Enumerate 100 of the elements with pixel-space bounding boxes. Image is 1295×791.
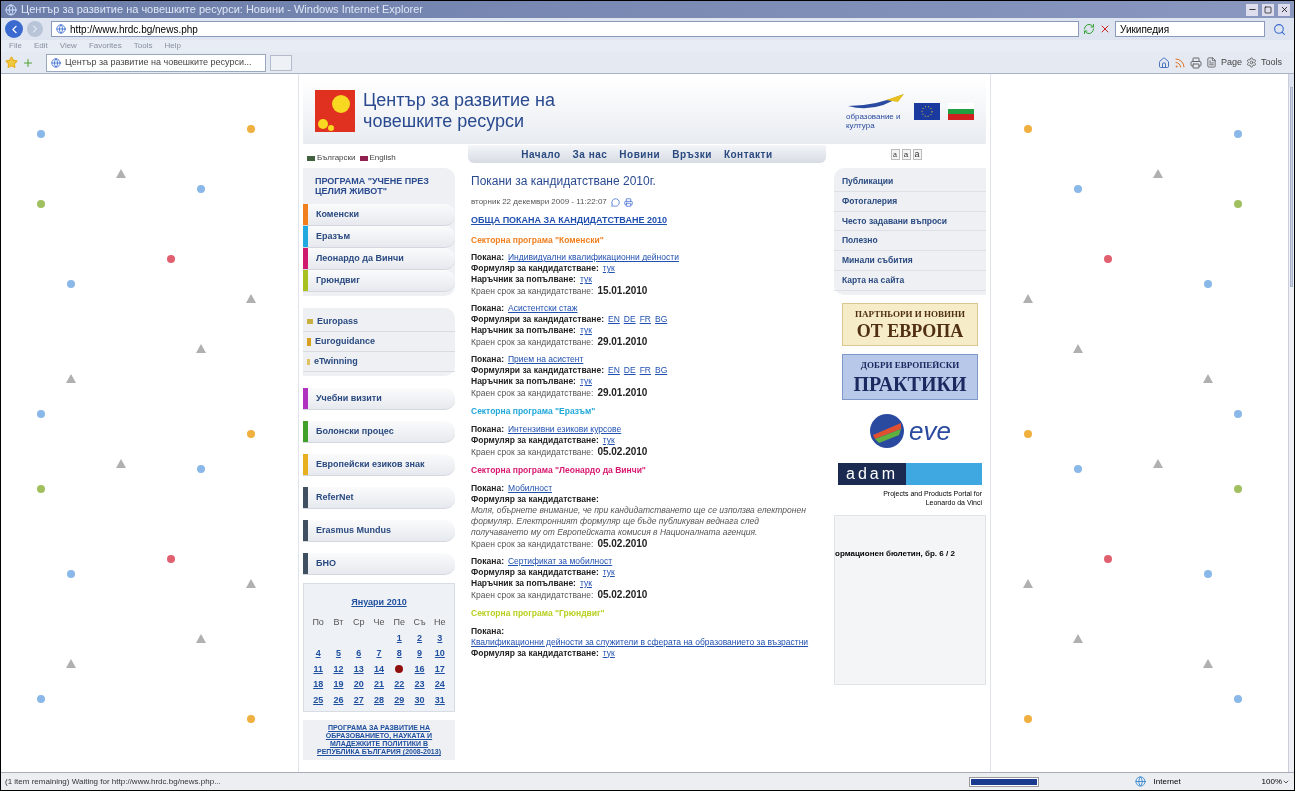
link[interactable]: DE <box>623 314 636 326</box>
back-button[interactable] <box>5 20 23 38</box>
link[interactable]: тук <box>579 325 592 337</box>
calendar-day[interactable]: 8 <box>389 647 410 661</box>
font-size-button[interactable]: a <box>912 148 922 160</box>
sidebar-item[interactable]: Europass <box>303 312 455 332</box>
link[interactable]: FR <box>639 365 651 377</box>
calendar-day[interactable]: 10 <box>429 647 450 661</box>
calendar-day[interactable]: 7 <box>368 647 390 661</box>
eve-banner[interactable]: eve <box>869 407 951 455</box>
calendar-day[interactable]: 18 <box>308 678 329 692</box>
calendar-day[interactable]: 23 <box>409 678 430 692</box>
partners-banner[interactable]: ПАРТНЬОРИ И НОВИНИ ОТ ЕВРОПА <box>842 302 978 346</box>
font-size-button[interactable]: a <box>901 148 911 160</box>
add-favorite-icon[interactable] <box>22 56 34 69</box>
calendar-day[interactable]: 30 <box>409 693 430 707</box>
page-menu-button[interactable]: Page <box>1220 55 1242 70</box>
link[interactable]: тук <box>602 647 615 659</box>
calendar-day[interactable]: 1 <box>389 631 410 645</box>
link[interactable]: Индивидуални квалификационни дейности <box>508 252 679 264</box>
calendar-day[interactable]: 9 <box>409 647 430 661</box>
language-link[interactable]: Български <box>317 152 356 164</box>
calendar-day[interactable]: 6 <box>348 647 369 661</box>
sidebar-item[interactable]: Еразъм <box>303 226 455 248</box>
calendar-day[interactable]: 22 <box>389 678 410 692</box>
tools-menu-button[interactable]: Tools <box>1261 55 1282 70</box>
feed-icon[interactable] <box>1173 56 1186 69</box>
sidebar-item[interactable]: Грюндвиг <box>303 270 455 292</box>
sidebar-item[interactable]: Европейски езиков знак <box>303 454 455 476</box>
calendar-day[interactable]: 20 <box>348 678 369 692</box>
calendar-day[interactable]: 24 <box>429 678 450 692</box>
link[interactable]: Асистентски стаж <box>508 303 578 315</box>
language-link[interactable]: English <box>369 152 396 164</box>
link[interactable]: тук <box>579 577 592 589</box>
sidebar-link[interactable]: Фотогалерия <box>834 191 986 212</box>
calendar-day[interactable]: 25 <box>308 693 329 707</box>
link[interactable]: BG <box>654 365 668 377</box>
print-icon[interactable] <box>623 197 633 207</box>
calendar-day[interactable]: 26 <box>328 693 349 707</box>
link[interactable]: тук <box>579 274 592 286</box>
calendar-day[interactable]: 29 <box>389 693 410 707</box>
home-icon[interactable] <box>1157 56 1170 69</box>
calendar-day[interactable]: 12 <box>328 662 349 676</box>
refresh-icon[interactable] <box>1083 23 1095 35</box>
calendar-month[interactable]: Януари 2010 <box>351 597 407 607</box>
sidebar-item[interactable]: Euroguidance <box>303 332 455 352</box>
calendar-day[interactable]: 31 <box>429 693 450 707</box>
sidebar-link[interactable]: Полезно <box>834 231 986 251</box>
calendar-day[interactable]: 21 <box>368 678 390 692</box>
sidebar-item[interactable]: ReferNet <box>303 487 455 509</box>
link[interactable]: DE <box>623 365 636 377</box>
main-link[interactable]: ОБЩА ПОКАНА ЗА КАНДИДАТСТВАНЕ 2010 <box>471 214 667 228</box>
link[interactable]: Мобилност <box>508 482 553 494</box>
print-icon[interactable] <box>1189 56 1202 69</box>
search-icon[interactable] <box>1273 22 1286 36</box>
link[interactable]: тук <box>602 566 615 578</box>
nav-link[interactable]: Начало <box>521 146 561 162</box>
practices-banner[interactable]: ДОБРИ ЕВРОПЕЙСКИ ПРАКТИКИ <box>842 354 978 400</box>
sidebar-item[interactable]: БНО <box>303 553 455 575</box>
nav-link[interactable]: За нас <box>572 146 608 162</box>
calendar-day[interactable]: 16 <box>409 662 430 676</box>
nav-link[interactable]: Контакти <box>723 146 773 162</box>
calendar-day[interactable]: 3 <box>429 631 450 645</box>
comment-icon[interactable] <box>610 197 620 207</box>
sidebar-link[interactable]: Карта на сайта <box>834 270 986 291</box>
sidebar-item[interactable]: Леонардо да Винчи <box>303 248 455 270</box>
minimize-button[interactable] <box>1246 3 1258 16</box>
link[interactable]: Сертификат за мобилност <box>508 555 613 567</box>
scroll-thumb[interactable] <box>1290 87 1293 287</box>
calendar-day[interactable]: 13 <box>348 662 369 676</box>
sidebar-link[interactable]: Минали събития <box>834 251 986 271</box>
calendar-day[interactable]: 27 <box>348 693 369 707</box>
sidebar-item[interactable]: Erasmus Mundus <box>303 520 455 542</box>
nav-link[interactable]: Връзки <box>672 146 712 162</box>
close-button[interactable] <box>1278 3 1290 16</box>
calendar-day[interactable]: 4 <box>308 647 329 661</box>
zoom-button[interactable]: 100% <box>1261 775 1290 788</box>
calendar-day[interactable]: 14 <box>368 662 390 676</box>
stop-icon[interactable] <box>1099 23 1111 35</box>
calendar-day[interactable]: 2 <box>409 631 430 645</box>
sidebar-link[interactable]: Често задавани въпроси <box>834 211 986 232</box>
sidebar-item[interactable]: eTwinning <box>303 352 455 372</box>
calendar-day[interactable]: 11 <box>308 662 329 676</box>
sidebar-link[interactable]: Публикации <box>834 172 986 192</box>
link[interactable]: тук <box>602 263 615 275</box>
link[interactable]: EN <box>608 314 620 326</box>
browser-tab[interactable]: Център за развитие на човешките ресурси... <box>46 53 266 72</box>
link[interactable]: тук <box>602 435 615 446</box>
link[interactable]: EN <box>608 365 620 377</box>
link[interactable]: FR <box>639 314 651 326</box>
calendar-day[interactable]: 5 <box>328 647 349 661</box>
sidebar-item[interactable]: Болонски процес <box>303 421 455 443</box>
nav-link[interactable]: Новини <box>619 146 661 162</box>
calendar-day[interactable]: 17 <box>429 662 450 676</box>
search-field[interactable]: Уикипедия <box>1115 21 1265 37</box>
sidebar-item[interactable]: Учебни визити <box>303 388 455 410</box>
link[interactable]: тук <box>579 376 592 388</box>
favorites-star-icon[interactable] <box>5 56 18 69</box>
link[interactable]: Прием на асистент <box>508 354 584 366</box>
sidebar-item[interactable]: Коменски <box>303 204 455 226</box>
